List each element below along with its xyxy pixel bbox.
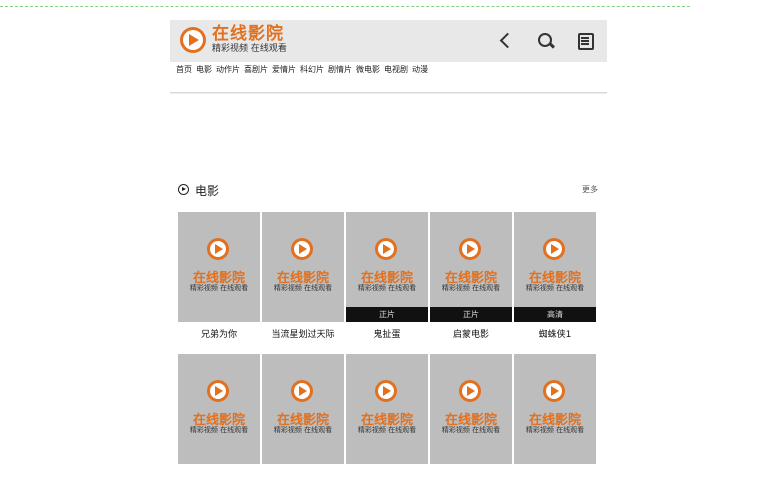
movie-card[interactable]: 在线影院 精彩视频 在线观看 bbox=[178, 354, 260, 464]
movie-card[interactable]: 在线影院 精彩视频 在线观看 bbox=[346, 354, 428, 464]
thumbnail-logo-subtitle: 精彩视频 在线观看 bbox=[357, 426, 417, 434]
thumbnail-logo-subtitle: 精彩视频 在线观看 bbox=[357, 284, 417, 292]
category-nav: 首页 电影 动作片 喜剧片 爱情片 科幻片 剧情片 微电影 电视剧 动漫 bbox=[170, 62, 607, 93]
movie-card[interactable]: 在线影院 精彩视频 在线观看 bbox=[430, 354, 512, 464]
movie-title[interactable]: 蜘蛛侠1 bbox=[514, 327, 596, 341]
nav-item-anime[interactable]: 动漫 bbox=[412, 64, 428, 92]
more-link[interactable]: 更多 bbox=[582, 184, 598, 195]
site-logo[interactable]: 在线影院 精彩视频 在线观看 bbox=[180, 26, 287, 54]
movie-card[interactable]: 在线影院 精彩视频 在线观看 正片 鬼扯蛋 bbox=[346, 212, 428, 341]
movie-thumbnail[interactable]: 在线影院 精彩视频 在线观看 bbox=[430, 354, 512, 464]
movie-section-header: 电影 更多 bbox=[178, 182, 598, 198]
movie-thumbnail[interactable]: 在线影院 精彩视频 在线观看 正片 bbox=[430, 212, 512, 322]
nav-item-movie[interactable]: 电影 bbox=[196, 64, 212, 92]
thumbnail-logo-subtitle: 精彩视频 在线观看 bbox=[441, 284, 501, 292]
movie-title[interactable]: 鬼扯蛋 bbox=[346, 327, 428, 341]
play-logo-icon bbox=[207, 380, 229, 402]
nav-item-tv-series[interactable]: 电视剧 bbox=[384, 64, 408, 92]
site-header: 在线影院 精彩视频 在线观看 bbox=[170, 20, 607, 62]
quality-badge: 高清 bbox=[514, 307, 596, 322]
quality-badge: 正片 bbox=[430, 307, 512, 322]
section-title: 电影 bbox=[195, 184, 220, 198]
logo-subtitle: 精彩视频 在线观看 bbox=[212, 44, 287, 54]
movie-card[interactable]: 在线影院 精彩视频 在线观看 bbox=[514, 354, 596, 464]
thumbnail-logo-subtitle: 精彩视频 在线观看 bbox=[189, 426, 249, 434]
play-logo-icon bbox=[375, 380, 397, 402]
nav-item-scifi[interactable]: 科幻片 bbox=[300, 64, 324, 92]
movie-card[interactable]: 在线影院 精彩视频 在线观看 bbox=[262, 354, 344, 464]
thumbnail-logo-subtitle: 精彩视频 在线观看 bbox=[525, 426, 585, 434]
play-logo-icon bbox=[375, 238, 397, 260]
movie-title[interactable]: 启蒙电影 bbox=[430, 327, 512, 341]
movie-thumbnail[interactable]: 在线影院 精彩视频 在线观看 正片 bbox=[346, 212, 428, 322]
play-logo-icon bbox=[459, 380, 481, 402]
logo-title: 在线影院 bbox=[212, 24, 284, 44]
movie-card[interactable]: 在线影院 精彩视频 在线观看兄弟为你 bbox=[178, 212, 260, 341]
play-logo-icon bbox=[180, 27, 206, 53]
thumbnail-logo-subtitle: 精彩视频 在线观看 bbox=[441, 426, 501, 434]
movie-title[interactable]: 当流星划过天际 bbox=[262, 327, 344, 341]
play-logo-icon bbox=[543, 238, 565, 260]
movie-thumbnail[interactable]: 在线影院 精彩视频 在线观看 bbox=[346, 354, 428, 464]
movie-thumbnail[interactable]: 在线影院 精彩视频 在线观看 bbox=[178, 354, 260, 464]
site-container: 在线影院 精彩视频 在线观看 首页 电影 动作片 喜剧片 爱情片 科幻片 剧情片… bbox=[170, 20, 607, 93]
quality-badge: 正片 bbox=[346, 307, 428, 322]
thumbnail-logo-subtitle: 精彩视频 在线观看 bbox=[189, 284, 249, 292]
nav-item-micro-film[interactable]: 微电影 bbox=[356, 64, 380, 92]
page-top-dashed-line bbox=[0, 6, 690, 7]
movie-thumbnail[interactable]: 在线影院 精彩视频 在线观看 bbox=[514, 354, 596, 464]
play-logo-icon bbox=[207, 238, 229, 260]
back-icon[interactable] bbox=[495, 31, 517, 51]
play-circle-icon bbox=[178, 184, 189, 195]
movie-card[interactable]: 在线影院 精彩视频 在线观看 高清 蜘蛛侠1 bbox=[514, 212, 596, 341]
movie-thumbnail[interactable]: 在线影院 精彩视频 在线观看 bbox=[262, 354, 344, 464]
play-logo-icon bbox=[543, 380, 565, 402]
search-icon[interactable] bbox=[535, 31, 557, 51]
nav-item-home[interactable]: 首页 bbox=[176, 64, 192, 92]
movie-grid: 在线影院 精彩视频 在线观看 兄弟为你 在线影院 精彩视频 在线观看 当流星划过天际 在线影… bbox=[178, 212, 600, 477]
nav-item-romance[interactable]: 爱情片 bbox=[272, 64, 296, 92]
nav-item-drama[interactable]: 剧情片 bbox=[328, 64, 352, 92]
thumbnail-logo-subtitle: 精彩视频 在线观看 bbox=[273, 426, 333, 434]
movie-thumbnail[interactable]: 在线影院 精彩视频 在线观看 bbox=[262, 212, 344, 322]
play-logo-icon bbox=[291, 238, 313, 260]
play-logo-icon bbox=[459, 238, 481, 260]
nav-item-action[interactable]: 动作片 bbox=[216, 64, 240, 92]
thumbnail-logo-subtitle: 精彩视频 在线观看 bbox=[273, 284, 333, 292]
movie-title[interactable]: 兄弟为你 bbox=[178, 327, 260, 341]
play-logo-icon bbox=[291, 380, 313, 402]
nav-item-comedy[interactable]: 喜剧片 bbox=[244, 64, 268, 92]
movie-thumbnail[interactable]: 在线影院 精彩视频 在线观看 高清 bbox=[514, 212, 596, 322]
movie-card[interactable]: 在线影院 精彩视频 在线观看当流星划过天际 bbox=[262, 212, 344, 341]
movie-card[interactable]: 在线影院 精彩视频 在线观看 正片 启蒙电影 bbox=[430, 212, 512, 341]
thumbnail-logo-subtitle: 精彩视频 在线观看 bbox=[525, 284, 585, 292]
movie-thumbnail[interactable]: 在线影院 精彩视频 在线观看 bbox=[178, 212, 260, 322]
menu-icon[interactable] bbox=[575, 31, 597, 51]
